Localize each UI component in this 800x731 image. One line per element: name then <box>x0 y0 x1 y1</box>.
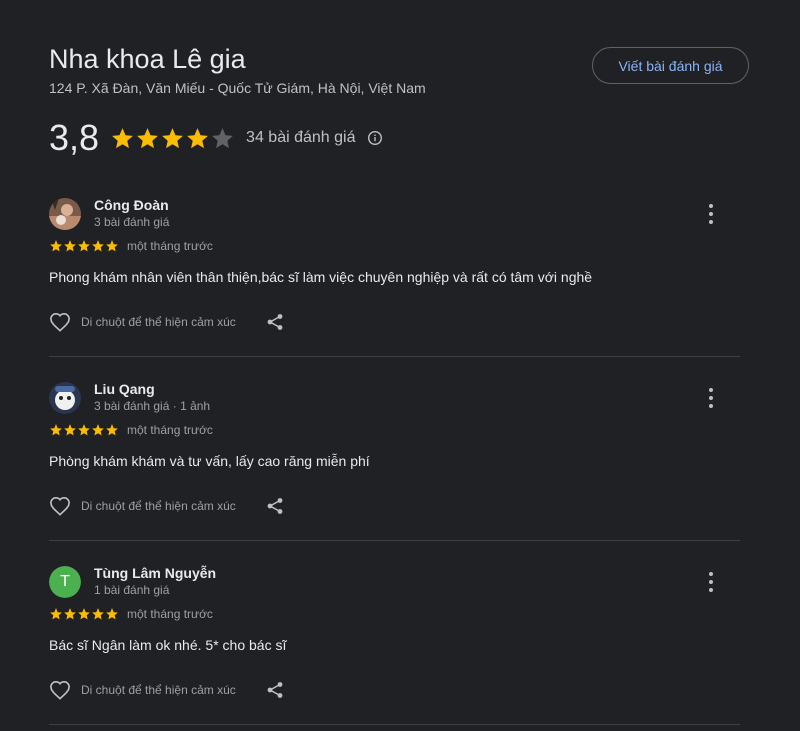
star-icon <box>106 608 118 620</box>
review-rating: một tháng trước <box>49 607 213 621</box>
review-text: Phòng khám khám và tư vấn, lấy cao răng … <box>49 453 370 469</box>
review-time: một tháng trước <box>127 607 213 621</box>
react-label: Di chuột để thể hiện cảm xúc <box>81 499 236 513</box>
star-icon <box>92 240 104 252</box>
review-actions: Di chuột để thể hiện cảm xúc <box>49 496 284 516</box>
reviewer-meta: 3 bài đánh giá · 1 ảnh <box>94 399 211 413</box>
reviewer-meta: 1 bài đánh giá <box>94 583 170 597</box>
share-icon[interactable] <box>266 313 284 331</box>
avatar[interactable] <box>49 198 81 230</box>
star-icon <box>187 127 208 148</box>
review-rating: một tháng trước <box>49 423 213 437</box>
star-icon <box>50 424 62 436</box>
rating-stars <box>110 126 235 151</box>
divider <box>49 724 740 725</box>
avatar[interactable] <box>49 382 81 414</box>
more-options-icon[interactable] <box>704 572 718 592</box>
write-review-button[interactable]: Viết bài đánh giá <box>592 47 749 84</box>
info-icon[interactable] <box>367 130 383 146</box>
avatar-letter: T <box>49 566 81 598</box>
review-stars <box>49 423 119 437</box>
star-icon <box>78 240 90 252</box>
star-icon <box>78 608 90 620</box>
star-icon <box>64 424 76 436</box>
star-icon <box>64 608 76 620</box>
review-stars <box>49 607 119 621</box>
review-card: Liu Qang 3 bài đánh giá · 1 ảnh một thán… <box>49 381 740 522</box>
react-label: Di chuột để thể hiện cảm xúc <box>81 315 236 329</box>
star-icon <box>162 127 183 148</box>
review-time: một tháng trước <box>127 239 213 253</box>
divider <box>49 540 740 541</box>
review-stars <box>49 239 119 253</box>
more-options-icon[interactable] <box>704 204 718 224</box>
review-card: T Tùng Lâm Nguyễn 1 bài đánh giá một thá… <box>49 565 740 706</box>
reviewer-name[interactable]: Liu Qang <box>94 381 155 397</box>
heart-icon[interactable] <box>49 496 71 516</box>
more-options-icon[interactable] <box>704 388 718 408</box>
avatar[interactable]: T <box>49 566 81 598</box>
place-header: Nha khoa Lê gia 124 P. Xã Đàn, Văn Miếu … <box>49 44 426 96</box>
review-text: Bác sĩ Ngân làm ok nhé. 5* cho bác sĩ <box>49 637 287 653</box>
star-icon <box>50 608 62 620</box>
star-empty-icon <box>212 127 233 148</box>
star-icon <box>92 608 104 620</box>
star-icon <box>112 127 133 148</box>
star-icon <box>106 424 118 436</box>
place-address: 124 P. Xã Đàn, Văn Miếu - Quốc Tử Giám, … <box>49 80 426 96</box>
review-actions: Di chuột để thể hiện cảm xúc <box>49 312 284 332</box>
reviewer-name[interactable]: Công Đoàn <box>94 197 169 213</box>
reviewer-meta: 3 bài đánh giá <box>94 215 170 229</box>
rating-summary: 3,8 34 bài đánh giá <box>49 118 383 158</box>
review-card: Công Đoàn 3 bài đánh giá một tháng trước… <box>49 197 740 338</box>
share-icon[interactable] <box>266 497 284 515</box>
share-icon[interactable] <box>266 681 284 699</box>
review-text: Phong khám nhân viên thân thiện,bác sĩ l… <box>49 269 593 285</box>
star-icon <box>64 240 76 252</box>
star-icon <box>78 424 90 436</box>
heart-icon[interactable] <box>49 312 71 332</box>
place-title: Nha khoa Lê gia <box>49 44 246 74</box>
rating-score: 3,8 <box>49 117 100 158</box>
star-icon <box>137 127 158 148</box>
review-actions: Di chuột để thể hiện cảm xúc <box>49 680 284 700</box>
review-time: một tháng trước <box>127 423 213 437</box>
review-count: 34 bài đánh giá <box>246 129 356 146</box>
review-rating: một tháng trước <box>49 239 213 253</box>
heart-icon[interactable] <box>49 680 71 700</box>
star-icon <box>50 240 62 252</box>
reviewer-name[interactable]: Tùng Lâm Nguyễn <box>94 565 216 581</box>
star-icon <box>106 240 118 252</box>
react-label: Di chuột để thể hiện cảm xúc <box>81 683 236 697</box>
star-icon <box>92 424 104 436</box>
divider <box>49 356 740 357</box>
